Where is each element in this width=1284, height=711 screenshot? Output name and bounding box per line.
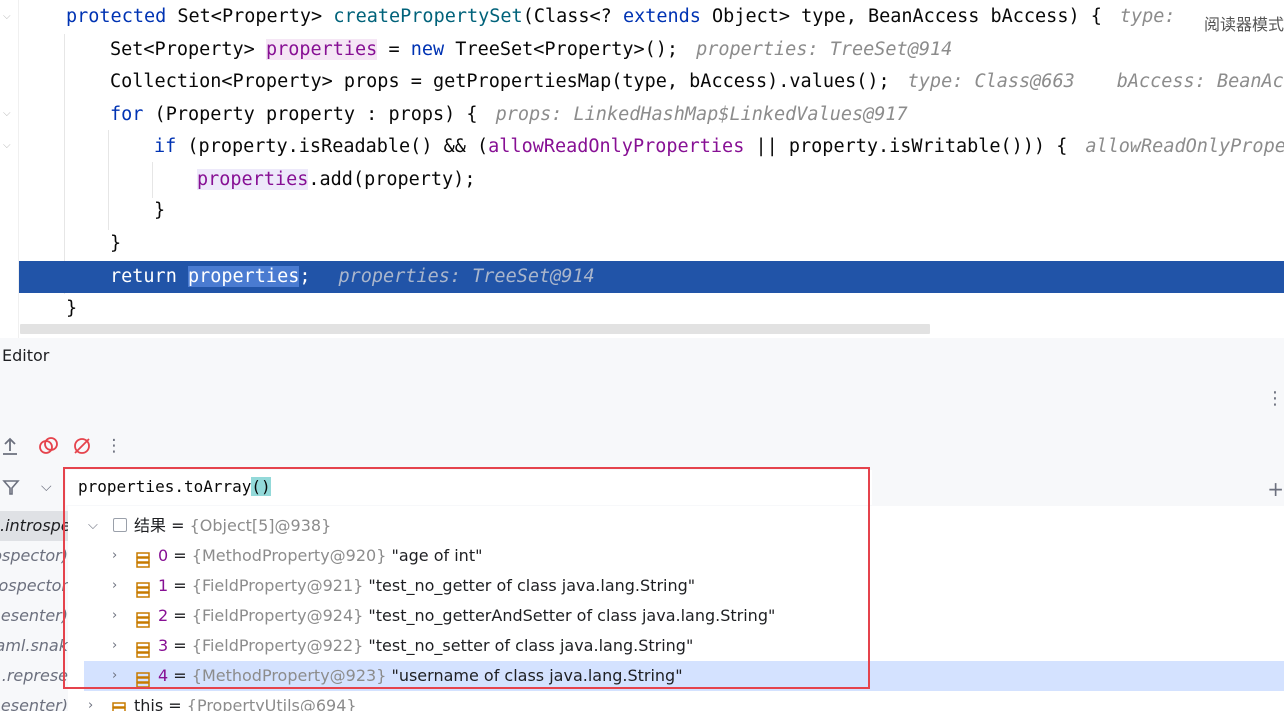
reader-mode-toggle[interactable]: 阅读器模式 [1197,9,1284,37]
code-line[interactable]: protected Set<Property> createPropertySe… [0,1,1284,33]
chevron-down-icon[interactable]: ⌵ [41,479,52,495]
inline-debug-hint: bAccess: BeanAcc [1116,71,1284,92]
chevron-right-icon[interactable]: › [112,661,117,691]
tree-row-selected[interactable]: › 4 = {MethodProperty@923} "username of … [84,661,1284,691]
code-line[interactable]: } [0,228,1284,260]
frame-item[interactable]: esenter) [1,691,68,711]
code-line[interactable]: if (property.isReadable() && (allowReadO… [0,131,1284,163]
code-line[interactable]: } [0,195,1284,227]
inline-debug-hint: properties: TreeSet@914 [696,39,953,60]
chevron-right-icon[interactable]: › [112,541,117,571]
frame-item[interactable]: .introspe [0,511,68,541]
chevron-down-icon[interactable]: ⌵ [88,511,98,541]
view-breakpoints-icon[interactable] [38,436,58,456]
evaluate-row: ⌵ properties.toArray() + [0,470,1284,506]
field-icon [136,668,150,688]
tree-row[interactable]: › 3 = {FieldProperty@922} "test_no_sette… [68,631,1284,661]
tree-row-result[interactable]: ⌵ 结果 = {Object[5]@938} [68,511,1284,541]
field-icon [136,608,150,628]
frame-item[interactable]: .represe [2,661,68,691]
inline-debug-hint: props: LinkedHashMap$LinkedValues@917 [495,104,908,125]
tool-window-header: Editor [0,338,1284,375]
evaluate-expression-input[interactable]: properties.toArray() [66,470,872,505]
code-line[interactable]: } [0,293,1284,325]
add-watch-icon[interactable]: + [1267,477,1284,501]
code-line[interactable]: Collection<Property> props = getProperti… [0,66,1284,98]
selected-text[interactable]: properties [187,266,300,287]
field-icon [136,548,150,568]
inline-debug-hint: type: [1119,6,1176,27]
frame-item[interactable]: vaml.snak [0,631,68,661]
horizontal-scrollbar[interactable] [20,324,930,334]
code-line[interactable]: Set<Property> properties = new TreeSet<P… [0,34,1284,66]
inline-debug-hint: type: Class@663 [907,71,1075,92]
chevron-right-icon[interactable]: › [112,631,117,661]
filter-icon[interactable] [2,478,20,501]
more-options-icon[interactable]: ⋮ [1266,388,1284,409]
current-execution-line[interactable]: return properties; properties: TreeSet@91… [19,261,1284,293]
frame-item[interactable]: ospector [0,571,68,601]
chevron-right-icon[interactable]: › [112,571,117,601]
frames-list: .introspe ospector) ospector esenter) va… [0,506,68,711]
inline-debug-hint: allowReadOnlyProper [1085,136,1284,157]
tree-row[interactable]: › 1 = {FieldProperty@921} "test_no_gette… [68,571,1284,601]
step-out-icon[interactable] [0,436,20,456]
frame-item[interactable]: ospector) [0,541,68,571]
field-icon [112,698,126,711]
mute-breakpoints-icon[interactable] [72,436,92,456]
panel-title: Editor [2,346,50,365]
inline-debug-hint: properties: TreeSet@914 [338,266,595,287]
chevron-right-icon[interactable]: › [112,601,117,631]
tree-row-this[interactable]: › this = {PropertyUtils@694} [68,691,1284,711]
frame-item[interactable]: esenter) [1,601,68,631]
debug-toolbar: ⋮ ⋮ [0,374,1284,471]
variables-tree: ⌵ 结果 = {Object[5]@938} › 0 = {MethodProp… [68,506,1284,711]
tree-row[interactable]: › 2 = {FieldProperty@924} "test_no_gette… [68,601,1284,631]
array-icon [113,518,127,532]
toolbar-more-icon[interactable]: ⋮ [104,436,124,456]
tree-row[interactable]: › 0 = {MethodProperty@920} "age of int" [68,541,1284,571]
code-editor[interactable]: ⌵ ⌵ ⌵ protected Set<Property> createProp… [0,0,1284,338]
code-line[interactable]: for (Property property : props) {props: … [0,99,1284,131]
chevron-right-icon[interactable]: › [88,691,93,711]
field-icon [136,578,150,598]
code-line[interactable]: properties.add(property); [0,164,1284,196]
field-icon [136,638,150,658]
